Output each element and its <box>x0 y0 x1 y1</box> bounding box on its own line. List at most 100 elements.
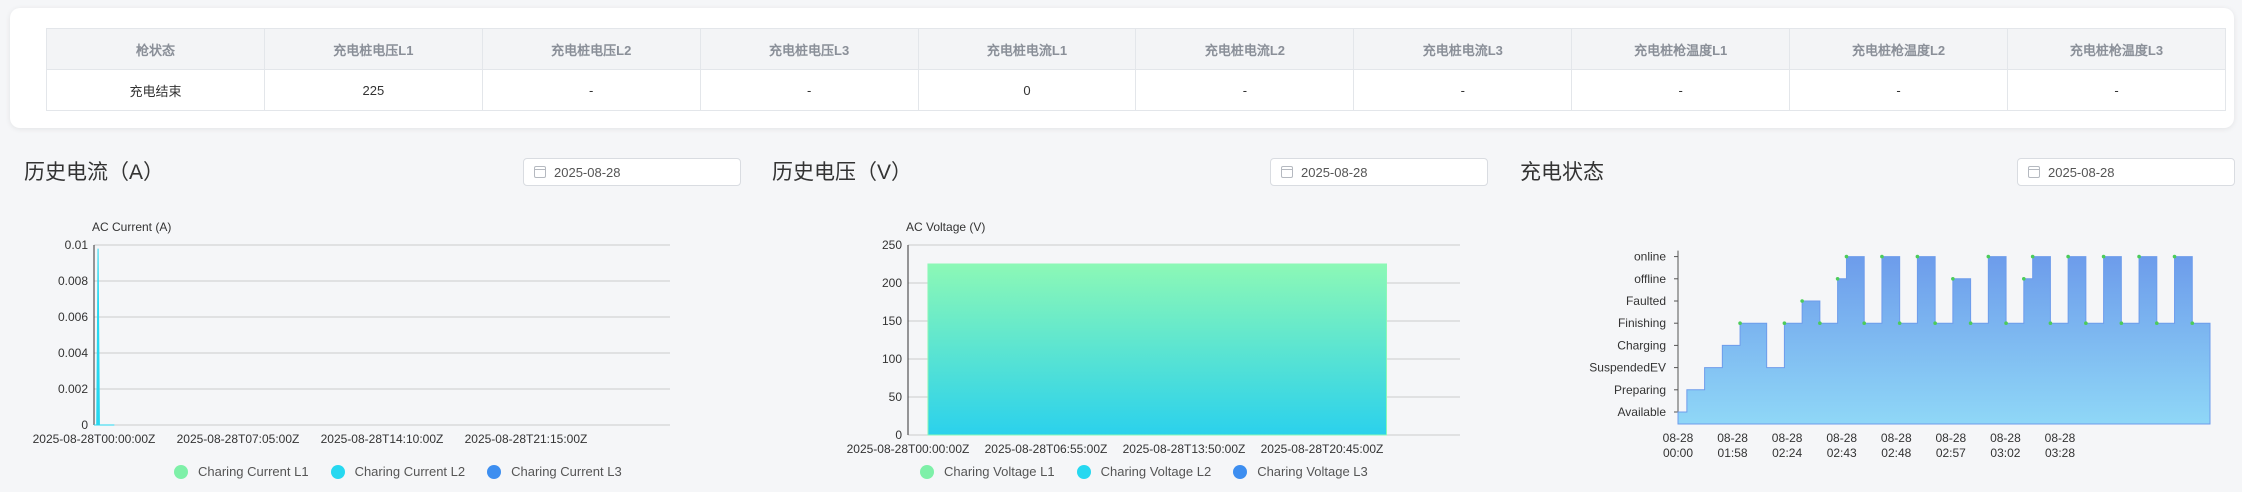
y-tick-label: Finishing <box>1618 316 1666 330</box>
table-cell: - <box>1135 69 1355 111</box>
current-date-picker[interactable]: 2025-08-28 <box>523 158 741 186</box>
status-point <box>1782 321 1787 325</box>
table-header: 充电桩电流L2 <box>1135 28 1355 70</box>
x-tick-label: 2025-08-28T07:05:00Z <box>177 432 300 446</box>
status-point <box>2048 321 2053 325</box>
legend-marker <box>174 464 188 479</box>
table-header: 充电桩电压L1 <box>263 28 483 70</box>
status-point <box>1951 277 1955 281</box>
legend-label: Charing Voltage L2 <box>1100 464 1212 479</box>
legend-marker <box>1076 464 1091 479</box>
status-point <box>2022 277 2026 281</box>
voltage-date-picker[interactable]: 2025-08-28 <box>1270 158 1488 186</box>
status-point <box>2084 321 2088 325</box>
legend-marker <box>330 464 345 479</box>
table-cell: - <box>481 69 701 111</box>
table-header: 枪状态 <box>46 28 265 70</box>
table-header: 充电桩枪温度L1 <box>1571 28 1791 70</box>
status-point <box>2004 321 2008 325</box>
y-tick-label: Charging <box>1617 338 1666 352</box>
status-point <box>1800 299 1804 303</box>
legend-item[interactable]: Charing Current L3 <box>487 464 622 479</box>
status-point <box>1844 254 1849 259</box>
status-point <box>1835 277 1840 281</box>
table-header: 充电桩电压L3 <box>699 28 919 70</box>
y-axis-label: AC Voltage (V) <box>906 220 985 234</box>
legend-item[interactable]: Charing Current L2 <box>330 464 465 479</box>
legend-item[interactable]: Charing Voltage L2 <box>1076 464 1212 479</box>
y-tick-label: 0.004 <box>58 346 88 360</box>
table-cell: 充电结束 <box>46 69 265 111</box>
current-panel-title: 历史电流（A） <box>24 161 165 184</box>
table-header: 充电桩枪温度L3 <box>2007 28 2226 70</box>
voltage-date-value: 2025-08-28 <box>1301 164 1368 180</box>
status-point <box>1738 321 1742 325</box>
x-tick-label: 2025-08-28T00:00:00Z <box>847 442 970 456</box>
x-tick-label: 08-28 <box>1772 431 1803 445</box>
status-table: 枪状态 充电桩电压L1 充电桩电压L2 充电桩电压L3 充电桩电流L1 充电桩电… <box>46 28 2226 111</box>
y-tick-label: 0.006 <box>58 310 88 324</box>
y-axis-label: AC Current (A) <box>92 220 171 234</box>
legend-item[interactable]: Charing Current L1 <box>174 464 309 479</box>
x-tick-label: 2025-08-28T21:15:00Z <box>465 432 588 446</box>
table-cell: 0 <box>917 69 1137 111</box>
status-point <box>1818 321 1822 325</box>
x-tick-label: 02:48 <box>1881 446 1911 460</box>
status-area <box>1677 256 2211 425</box>
x-tick-label: 03:02 <box>1990 446 2020 460</box>
y-tick-label: Available <box>1618 405 1667 419</box>
table-cell: - <box>1789 69 2009 111</box>
x-tick-label: 02:57 <box>1936 446 1966 460</box>
x-tick-label: 08-28 <box>1663 431 1694 445</box>
x-tick-label: 2025-08-28T20:45:00Z <box>1261 442 1384 456</box>
table-header: 充电桩电流L3 <box>1353 28 1573 70</box>
current-date-value: 2025-08-28 <box>554 164 621 180</box>
status-date-picker[interactable]: 2025-08-28 <box>2017 158 2235 186</box>
x-tick-label: 00:00 <box>1663 446 1693 460</box>
legend-label: Charing Voltage L1 <box>944 464 1055 479</box>
y-tick-label: Preparing <box>1614 383 1666 397</box>
status-point <box>2119 321 2124 325</box>
y-tick-label: online <box>1634 250 1666 264</box>
x-tick-label: 08-28 <box>1990 431 2021 445</box>
x-tick-label: 08-28 <box>1881 431 1912 445</box>
legend-item[interactable]: Charing Voltage L3 <box>1233 464 1368 479</box>
y-tick-label: 250 <box>882 238 902 252</box>
y-tick-label: SuspendedEV <box>1589 361 1666 375</box>
status-point <box>2101 254 2106 259</box>
status-card: 枪状态 充电桩电压L1 充电桩电压L2 充电桩电压L3 充电桩电流L1 充电桩电… <box>10 8 2234 128</box>
x-tick-label: 08-28 <box>1826 431 1857 445</box>
y-tick-label: 0.008 <box>58 274 88 288</box>
status-point <box>2172 254 2177 259</box>
y-tick-label: 50 <box>889 390 903 404</box>
status-point <box>2030 254 2035 259</box>
legend-item[interactable]: Charing Voltage L1 <box>920 464 1055 479</box>
table-header-row: 枪状态 充电桩电压L1 充电桩电压L2 充电桩电压L3 充电桩电流L1 充电桩电… <box>46 28 2226 70</box>
status-point <box>1933 321 1937 325</box>
x-tick-label: 03:28 <box>2045 446 2075 460</box>
table-row: 充电结束 225 - - 0 - - - - - <box>46 69 2226 111</box>
status-point <box>1986 254 1991 259</box>
status-point <box>2066 254 2070 259</box>
y-tick-label: Faulted <box>1626 294 1666 308</box>
status-panel-title: 充电状态 <box>1520 161 1604 184</box>
table-cell: - <box>1571 69 1791 111</box>
table-header: 充电桩枪温度L2 <box>1789 28 2009 70</box>
legend-label: Charing Voltage L3 <box>1257 464 1368 479</box>
status-point <box>1862 321 1866 325</box>
series-area <box>927 263 1388 436</box>
status-point <box>2137 254 2141 259</box>
y-tick-label: 200 <box>882 276 902 290</box>
table-cell: - <box>699 69 919 111</box>
x-tick-label: 08-28 <box>1717 431 1748 445</box>
x-tick-label: 02:43 <box>1827 446 1857 460</box>
legend-marker <box>920 464 934 479</box>
status-point <box>2190 321 2195 325</box>
x-tick-label: 08-28 <box>2045 431 2076 445</box>
table-header: 充电桩电流L1 <box>917 28 1137 70</box>
y-tick-label: 0.01 <box>65 238 89 252</box>
legend-label: Charing Current L3 <box>511 464 622 479</box>
x-tick-label: 08-28 <box>1936 431 1967 445</box>
x-tick-label: 02:24 <box>1772 446 1802 460</box>
status-point <box>1880 254 1884 259</box>
